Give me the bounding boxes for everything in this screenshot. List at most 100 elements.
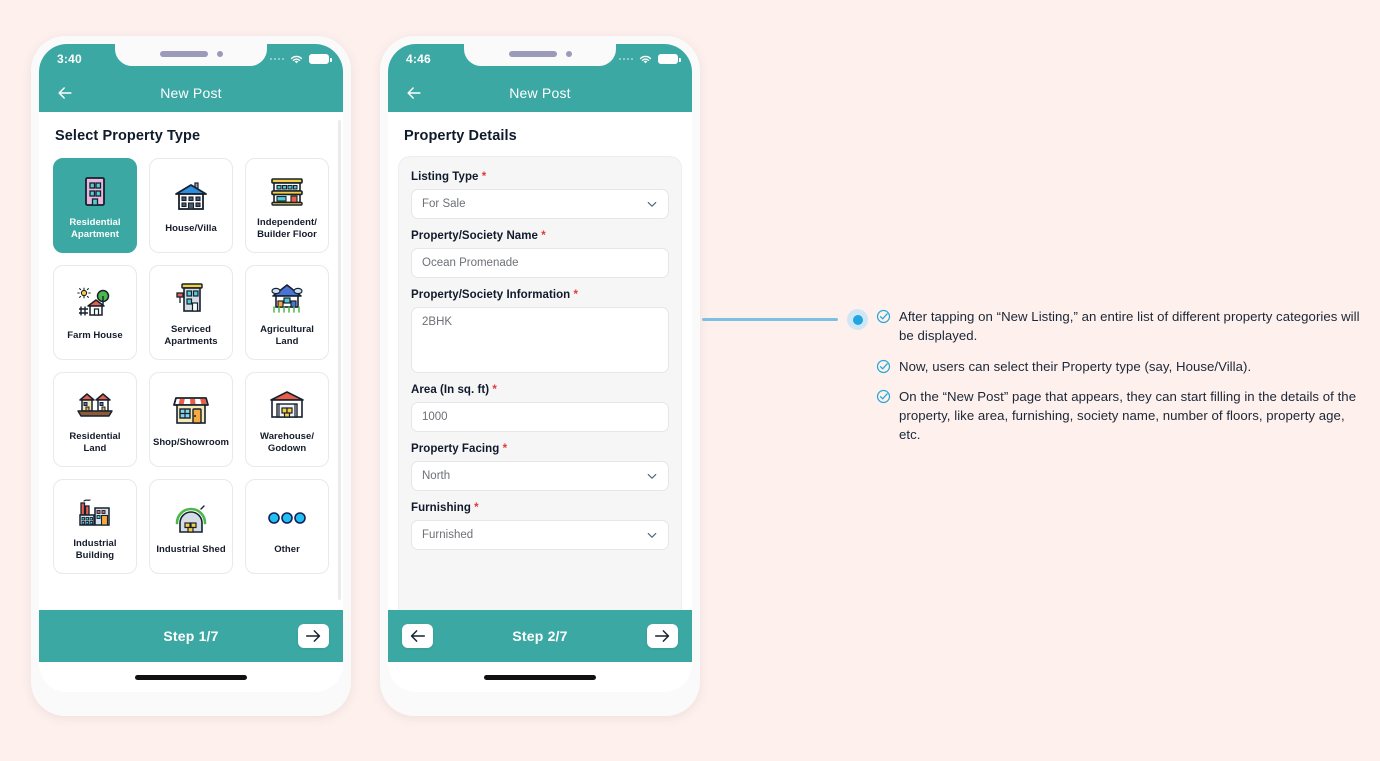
property-tile-industrial-shed[interactable]: Industrial Shed — [148, 479, 234, 574]
home-indicator — [484, 675, 596, 680]
property-tile-house-villa[interactable]: House/Villa — [148, 158, 234, 253]
front-camera-icon — [216, 51, 223, 57]
status-indicators — [269, 54, 332, 65]
society-name-input[interactable]: Ocean Promenade — [411, 248, 669, 278]
status-indicators — [618, 54, 681, 65]
annotation-note-text: On the “New Post” page that appears, the… — [899, 388, 1357, 443]
property-tile-label: Serviced Apartments — [164, 323, 218, 347]
property-tile-residential-land[interactable]: Residential Land — [53, 372, 137, 467]
field-property-facing: Property Facing * North — [411, 443, 669, 491]
field-society-information: Property/Society Information * 2BHK — [411, 289, 669, 373]
farm-house-icon — [75, 284, 115, 324]
field-label-text: Area (In sq. ft) — [411, 384, 490, 396]
property-tile-label: Residential Land — [69, 430, 121, 454]
property-tile-industrial-building[interactable]: Industrial Building — [53, 479, 137, 574]
chevron-down-icon — [647, 201, 657, 207]
battery-icon — [658, 54, 681, 64]
phone-mockup-step1: 3:40 New Post Select Property Type Resid… — [31, 36, 351, 716]
property-tile-shop-showroom[interactable]: Shop/Showroom — [148, 372, 234, 467]
phone1-step-bar: Step 1/7 — [39, 610, 343, 662]
industrial-building-icon — [76, 492, 114, 532]
next-step-button[interactable] — [647, 624, 678, 648]
phone-mockup-step2: 4:46 New Post Property Details Listing T… — [380, 36, 700, 716]
property-tile-other[interactable]: Other — [245, 479, 329, 574]
phone1-body: Select Property Type Residential Apartme… — [39, 112, 343, 610]
warehouse-godown-icon — [268, 385, 306, 425]
society-information-value: 2BHK — [422, 316, 453, 328]
builder-floor-icon — [269, 171, 305, 211]
next-step-button[interactable] — [298, 624, 329, 648]
section-heading: Property Details — [404, 128, 517, 144]
property-tile-label: Farm House — [67, 329, 123, 341]
section-heading: Select Property Type — [55, 128, 201, 144]
field-label-text: Furnishing — [411, 502, 471, 514]
check-circle-icon — [876, 359, 891, 373]
wifi-icon — [290, 55, 303, 63]
phone2-app-bar: New Post — [388, 74, 692, 112]
field-label-text: Property/Society Information — [411, 289, 571, 301]
industrial-shed-icon — [173, 498, 209, 538]
arrow-left-icon — [410, 630, 426, 642]
field-label: Furnishing * — [411, 502, 669, 514]
property-tile-residential-apartment[interactable]: Residential Apartment — [53, 158, 137, 253]
society-name-value: Ocean Promenade — [422, 257, 519, 269]
back-arrow-icon[interactable] — [55, 83, 75, 103]
step-indicator: Step 1/7 — [163, 628, 219, 644]
property-tile-label: Industrial Building — [73, 537, 117, 561]
required-marker: * — [481, 171, 487, 183]
chevron-down-icon — [647, 473, 657, 479]
field-label: Listing Type * — [411, 171, 669, 183]
field-label: Area (In sq. ft) * — [411, 384, 669, 396]
property-tile-label: Shop/Showroom — [152, 436, 230, 448]
signal-dots-icon — [618, 57, 633, 61]
house-villa-icon — [172, 177, 210, 217]
property-tile-builder-floor[interactable]: Independent/ Builder Floor — [245, 158, 329, 253]
property-tile-label: Residential Apartment — [69, 216, 121, 240]
phone1-screen: 3:40 New Post Select Property Type Resid… — [39, 44, 343, 692]
listing-type-select[interactable]: For Sale — [411, 189, 669, 219]
signal-dots-icon — [269, 57, 284, 61]
required-marker: * — [573, 289, 579, 301]
field-area: Area (In sq. ft) * 1000 — [411, 384, 669, 432]
field-society-name: Property/Society Name * Ocean Promenade — [411, 230, 669, 278]
page-title: New Post — [160, 85, 222, 101]
device-notch — [464, 44, 616, 66]
screenshot-stage: 3:40 New Post Select Property Type Resid… — [0, 0, 1380, 761]
status-time: 3:40 — [57, 52, 82, 66]
phone2-body: Property Details Listing Type * For Sale — [388, 112, 692, 610]
earpiece-speaker-icon — [508, 51, 557, 57]
required-marker: * — [502, 443, 508, 455]
check-circle-icon — [876, 389, 891, 403]
furnishing-select[interactable]: Furnished — [411, 520, 669, 550]
phone2-status-bar: 4:46 — [388, 44, 692, 74]
property-tile-warehouse-godown[interactable]: Warehouse/ Godown — [245, 372, 329, 467]
property-tile-agricultural-land[interactable]: Agricultural Land — [245, 265, 329, 360]
property-tile-label: Agricultural Land — [260, 323, 314, 347]
property-tile-farm-house[interactable]: Farm House — [53, 265, 137, 360]
back-arrow-icon[interactable] — [404, 83, 424, 103]
required-marker: * — [474, 502, 479, 514]
device-notch — [115, 44, 267, 66]
society-information-textarea[interactable]: 2BHK — [411, 307, 669, 373]
apartment-building-icon — [80, 171, 110, 211]
chevron-down-icon — [647, 532, 657, 538]
status-time: 4:46 — [406, 52, 431, 66]
annotation-notes: After tapping on “New Listing,” an entir… — [876, 307, 1362, 456]
field-label: Property Facing * — [411, 443, 669, 455]
property-tile-serviced-apartments[interactable]: Serviced Apartments — [148, 265, 234, 360]
previous-step-button[interactable] — [402, 624, 433, 648]
phone1-app-bar: New Post — [39, 74, 343, 112]
grid-scrollbar[interactable] — [338, 120, 341, 600]
agricultural-land-icon — [268, 278, 306, 318]
annotation-note: After tapping on “New Listing,” an entir… — [876, 307, 1362, 346]
phone2-screen: 4:46 New Post Property Details Listing T… — [388, 44, 692, 692]
field-label-text: Property Facing — [411, 443, 500, 455]
arrow-right-icon — [654, 630, 670, 642]
property-facing-select[interactable]: North — [411, 461, 669, 491]
area-input[interactable]: 1000 — [411, 402, 669, 432]
annotation-connector-line — [702, 318, 838, 321]
home-indicator — [135, 675, 247, 680]
page-title: New Post — [509, 85, 571, 101]
check-circle-icon — [876, 309, 891, 324]
serviced-apartments-icon — [173, 278, 209, 318]
